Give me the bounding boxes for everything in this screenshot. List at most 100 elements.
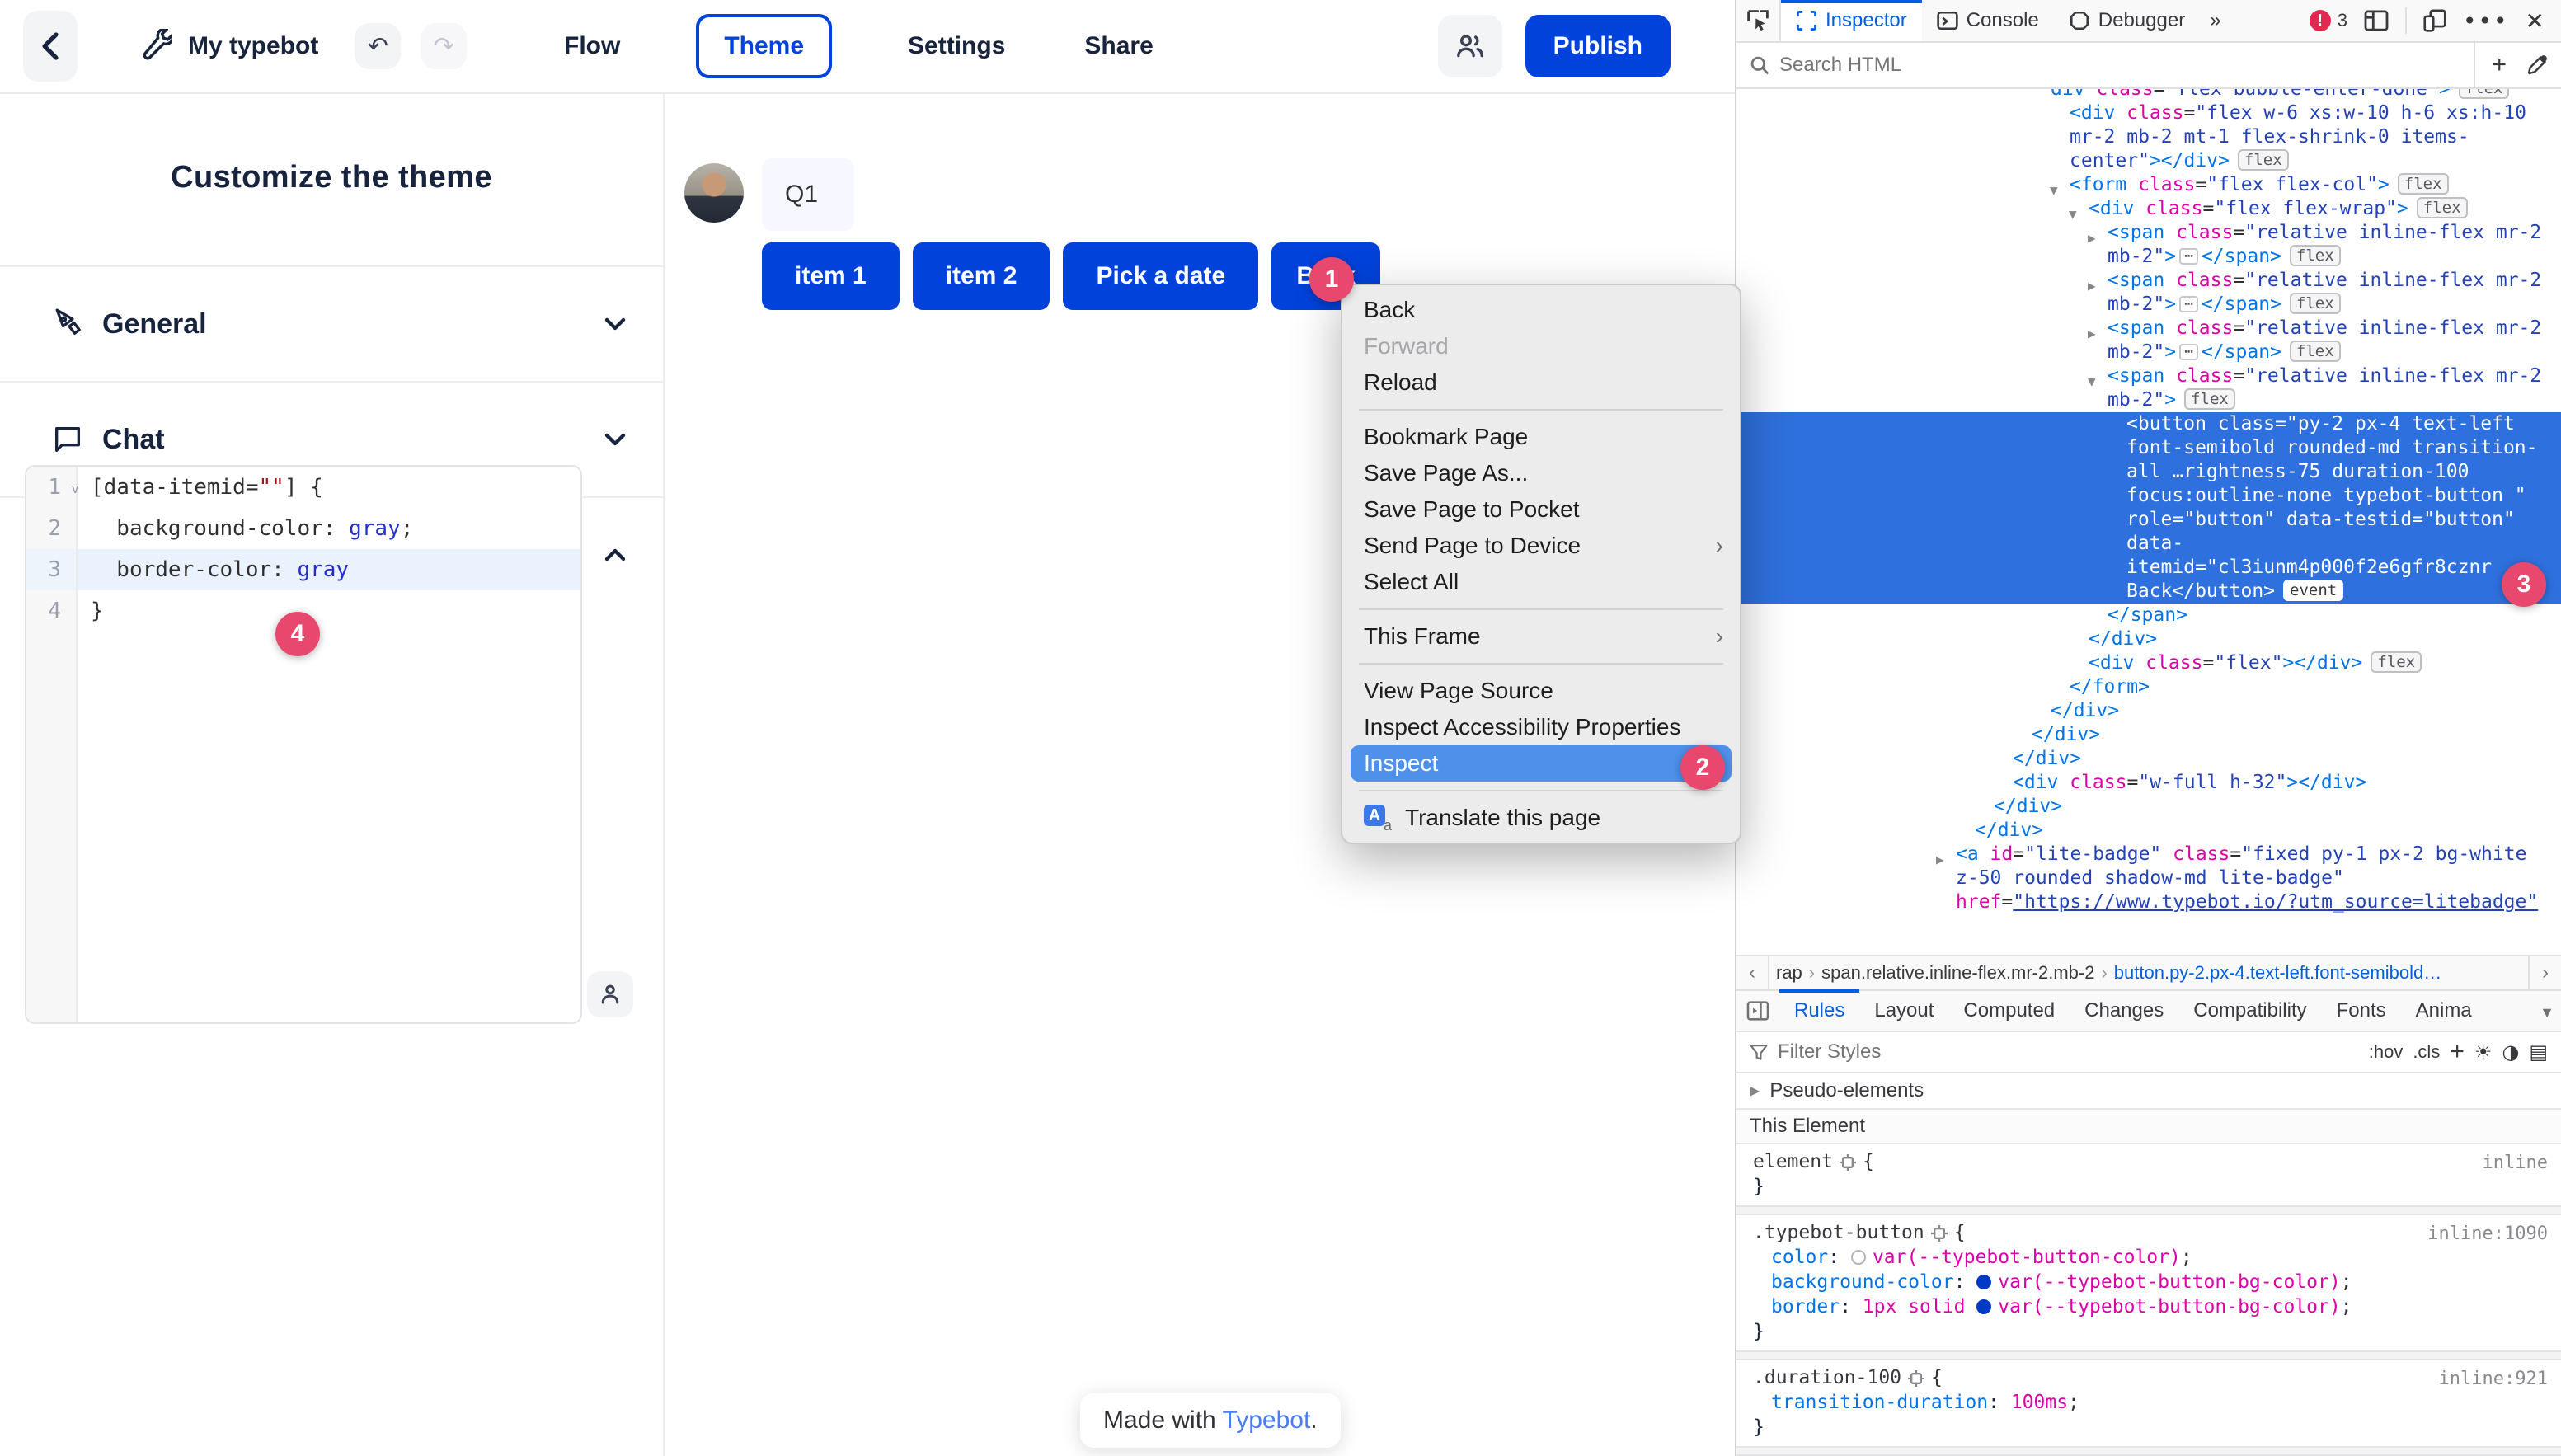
panel-tabs-overflow-icon[interactable]: ▼ (2540, 1004, 2554, 1022)
choice-button-item-2[interactable]: item 2 (913, 242, 1050, 310)
panel-tab-rules[interactable]: Rules (1779, 991, 1859, 1031)
pseudo-elements-row[interactable]: ▶ Pseudo-elements (1736, 1073, 2561, 1110)
responsive-mode-icon[interactable] (2423, 9, 2446, 32)
menu-item-reload[interactable]: Reload (1342, 364, 1740, 401)
tree-node[interactable]: </div> (1736, 795, 2561, 819)
tree-node[interactable]: ▼<form class="flex flex-col">flex (1736, 173, 2561, 197)
event-badge[interactable]: event (2283, 580, 2343, 601)
rule-source-link[interactable]: inline:921 (2439, 1367, 2548, 1392)
menu-item-bookmark-page[interactable]: Bookmark Page (1342, 419, 1740, 455)
rule-selector[interactable]: element (1753, 1151, 1833, 1172)
preview-user-button[interactable] (587, 971, 633, 1017)
typebot-title[interactable]: My typebot (188, 32, 318, 60)
breadcrumb-scroll-right-icon[interactable]: › (2528, 956, 2561, 989)
rule-property[interactable]: color: var(--typebot-button-color); (1753, 1245, 2548, 1270)
tree-node[interactable]: </form> (1736, 675, 2561, 699)
panel-tab-computed[interactable]: Computed (1948, 991, 2070, 1031)
twisty-down-icon[interactable]: ▼ (2088, 369, 2096, 393)
devtools-tab-inspector[interactable]: Inspector (1781, 0, 1922, 41)
editor-code-line[interactable]: background-color: gray; (78, 508, 580, 549)
flex-badge[interactable]: flex (2290, 245, 2341, 266)
toggle-3pane-icon[interactable] (1736, 991, 1779, 1031)
tree-node[interactable]: div class="flex bubble-enter-done">flex (1736, 89, 2561, 101)
new-node-icon[interactable]: + (2492, 51, 2507, 79)
tree-node[interactable]: </div> (1736, 747, 2561, 771)
close-devtools-icon[interactable]: ✕ (2526, 7, 2545, 35)
rule-property[interactable]: background-color: var(--typebot-button-b… (1753, 1270, 2548, 1294)
flex-badge[interactable]: flex (2238, 149, 2289, 171)
tree-node[interactable]: <div class="w-full h-32"></div> (1736, 771, 2561, 795)
collapsed-content-icon[interactable]: ⋯ (2179, 344, 2198, 360)
dark-theme-icon[interactable]: ◑ (2502, 1040, 2519, 1064)
panel-tab-changes[interactable]: Changes (2070, 991, 2178, 1031)
print-media-icon[interactable]: ▤ (2529, 1040, 2548, 1064)
tree-node[interactable]: </div> (1736, 723, 2561, 747)
add-rule-icon[interactable]: + (2450, 1038, 2465, 1066)
twisty-right-icon[interactable]: ▶ (2088, 274, 2096, 298)
tree-node[interactable]: ▶<span class="relative inline-flex mr-2 … (1736, 221, 2561, 269)
back-button[interactable] (23, 11, 78, 82)
color-swatch[interactable] (1976, 1275, 1991, 1289)
panel-tab-layout[interactable]: Layout (1859, 991, 1948, 1031)
pick-element-button[interactable] (1736, 0, 1781, 41)
publish-button[interactable]: Publish (1525, 15, 1671, 77)
editor-code-line[interactable]: } (78, 590, 580, 632)
tree-node[interactable]: ▶<span class="relative inline-flex mr-2 … (1736, 269, 2561, 317)
tree-node-selected[interactable]: <button class="py-2 px-4 text-left font-… (1736, 412, 2561, 604)
editor-code-line[interactable]: [data-itemid=""] { (78, 467, 580, 508)
flex-badge[interactable]: flex (2184, 388, 2235, 410)
color-swatch[interactable] (1851, 1250, 1866, 1265)
tree-node[interactable]: ▼<span class="relative inline-flex mr-2 … (1736, 364, 2561, 412)
flex-badge[interactable]: flex (2459, 89, 2510, 99)
made-with-badge[interactable]: Made with Typebot. (1080, 1393, 1341, 1448)
tree-node[interactable]: </div> (1736, 819, 2561, 843)
twisty-right-icon[interactable]: ▶ (1936, 848, 1944, 871)
hover-toggle[interactable]: :hov (2369, 1041, 2404, 1063)
twisty-right-icon[interactable]: ▶ (2088, 226, 2096, 250)
tree-node[interactable]: </span> (1736, 604, 2561, 627)
rule-source-link[interactable]: inline (2483, 1151, 2548, 1176)
tree-node[interactable]: <div class="flex w-6 xs:w-10 h-6 xs:h-10… (1736, 101, 2561, 173)
tree-node[interactable]: </div> (1736, 627, 2561, 651)
menu-item-send-page-to-device[interactable]: Send Page to Device› (1342, 528, 1740, 564)
menu-item-this-frame[interactable]: This Frame› (1342, 618, 1740, 655)
filter-styles-input[interactable] (1778, 1040, 2359, 1064)
panel-tab-compatibility[interactable]: Compatibility (2178, 991, 2321, 1031)
tree-node[interactable]: </div> (1736, 699, 2561, 723)
panel-tab-anima[interactable]: Anima (2401, 991, 2487, 1031)
tab-share[interactable]: Share (1081, 16, 1156, 77)
devtools-tab-console[interactable]: Console (1922, 0, 2054, 41)
breadcrumb-item[interactable]: span.relative.inline-flex.mr-2.mb-2 (1815, 962, 2101, 984)
flex-badge[interactable]: flex (2417, 197, 2468, 218)
selector-target-icon[interactable] (1931, 1225, 1948, 1242)
editor-code[interactable]: [data-itemid=""] { background-color: gra… (78, 467, 580, 1022)
undo-button[interactable]: ↶ (355, 23, 401, 69)
color-swatch[interactable] (1976, 1299, 1991, 1314)
flex-badge[interactable]: flex (2290, 293, 2341, 314)
tree-node[interactable]: ▼<div class="flex flex-wrap">flex (1736, 197, 2561, 221)
split-console-icon[interactable] (2364, 10, 2389, 31)
twisty-right-icon[interactable]: ▶ (2088, 322, 2096, 345)
tab-settings[interactable]: Settings (905, 16, 1008, 77)
tree-node[interactable]: ▶<span class="relative inline-flex mr-2 … (1736, 317, 2561, 364)
light-theme-icon[interactable]: ☀ (2474, 1040, 2493, 1064)
rule-selector[interactable]: .typebot-button (1753, 1222, 1924, 1243)
menu-item-view-page-source[interactable]: View Page Source (1342, 673, 1740, 709)
menu-item-translate-this-page[interactable]: AaTranslate this page (1342, 800, 1740, 836)
breadcrumb-scroll-left-icon[interactable]: ‹ (1736, 956, 1769, 989)
selector-target-icon[interactable] (1908, 1370, 1924, 1387)
choice-button-item-1[interactable]: item 1 (762, 242, 900, 310)
tree-node[interactable]: <div class="flex"></div>flex (1736, 651, 2561, 675)
devtools-tab-debugger[interactable]: Debugger (2054, 0, 2200, 41)
editor-code-line[interactable]: border-color: gray (78, 549, 580, 590)
panel-tab-fonts[interactable]: Fonts (2322, 991, 2401, 1031)
error-count-badge[interactable]: !3 (2310, 10, 2347, 31)
breadcrumb-item[interactable]: button.py-2.px-4.text-left.font-semibold… (2108, 962, 2448, 984)
menu-item-inspect-accessibility-properties[interactable]: Inspect Accessibility Properties (1342, 709, 1740, 745)
rule-source-link[interactable]: inline:1090 (2427, 1222, 2548, 1247)
made-with-brand-link[interactable]: Typebot (1223, 1407, 1311, 1434)
class-toggle[interactable]: .cls (2413, 1041, 2440, 1063)
more-tabs-button[interactable]: » (2200, 0, 2230, 41)
tab-theme[interactable]: Theme (696, 14, 832, 78)
collapsed-content-icon[interactable]: ⋯ (2179, 296, 2198, 312)
